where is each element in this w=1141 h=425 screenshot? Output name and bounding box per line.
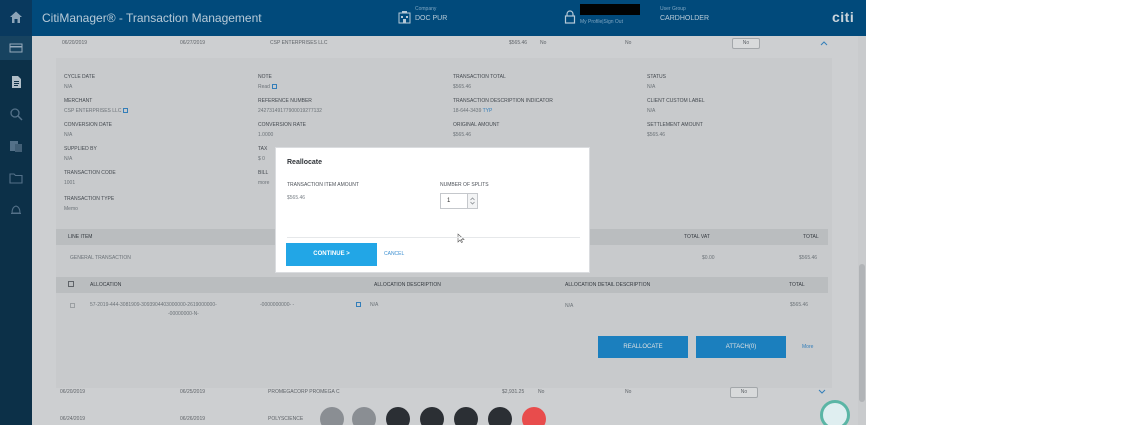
- assistant-bubble[interactable]: [820, 400, 850, 425]
- select-arrow-box[interactable]: [467, 194, 477, 208]
- call-control-3[interactable]: [386, 407, 410, 425]
- cancel-button[interactable]: CANCEL: [384, 251, 404, 257]
- dialog-divider: [287, 237, 580, 238]
- call-control-6[interactable]: [488, 407, 512, 425]
- call-control-2[interactable]: [352, 407, 376, 425]
- mouse-cursor-icon: [457, 233, 465, 243]
- reallocate-dialog: Reallocate TRANSACTION ITEM AMOUNT $565.…: [275, 147, 590, 273]
- app-window: CitiManager® - Transaction Management Co…: [0, 0, 866, 425]
- call-control-7[interactable]: [522, 407, 546, 425]
- splits-value: 1: [447, 198, 451, 204]
- dialog-title: Reallocate: [287, 159, 323, 166]
- call-control-5[interactable]: [454, 407, 478, 425]
- continue-button[interactable]: CONTINUE >: [286, 243, 377, 266]
- item-amount-value: $565.46: [287, 195, 306, 201]
- chevron-updown-icon: [470, 197, 475, 205]
- splits-select[interactable]: 1: [440, 193, 478, 209]
- call-control-4[interactable]: [420, 407, 444, 425]
- item-amount-label: TRANSACTION ITEM AMOUNT: [287, 182, 359, 188]
- call-control-1[interactable]: [320, 407, 344, 425]
- splits-label: NUMBER OF SPLITS: [440, 182, 489, 188]
